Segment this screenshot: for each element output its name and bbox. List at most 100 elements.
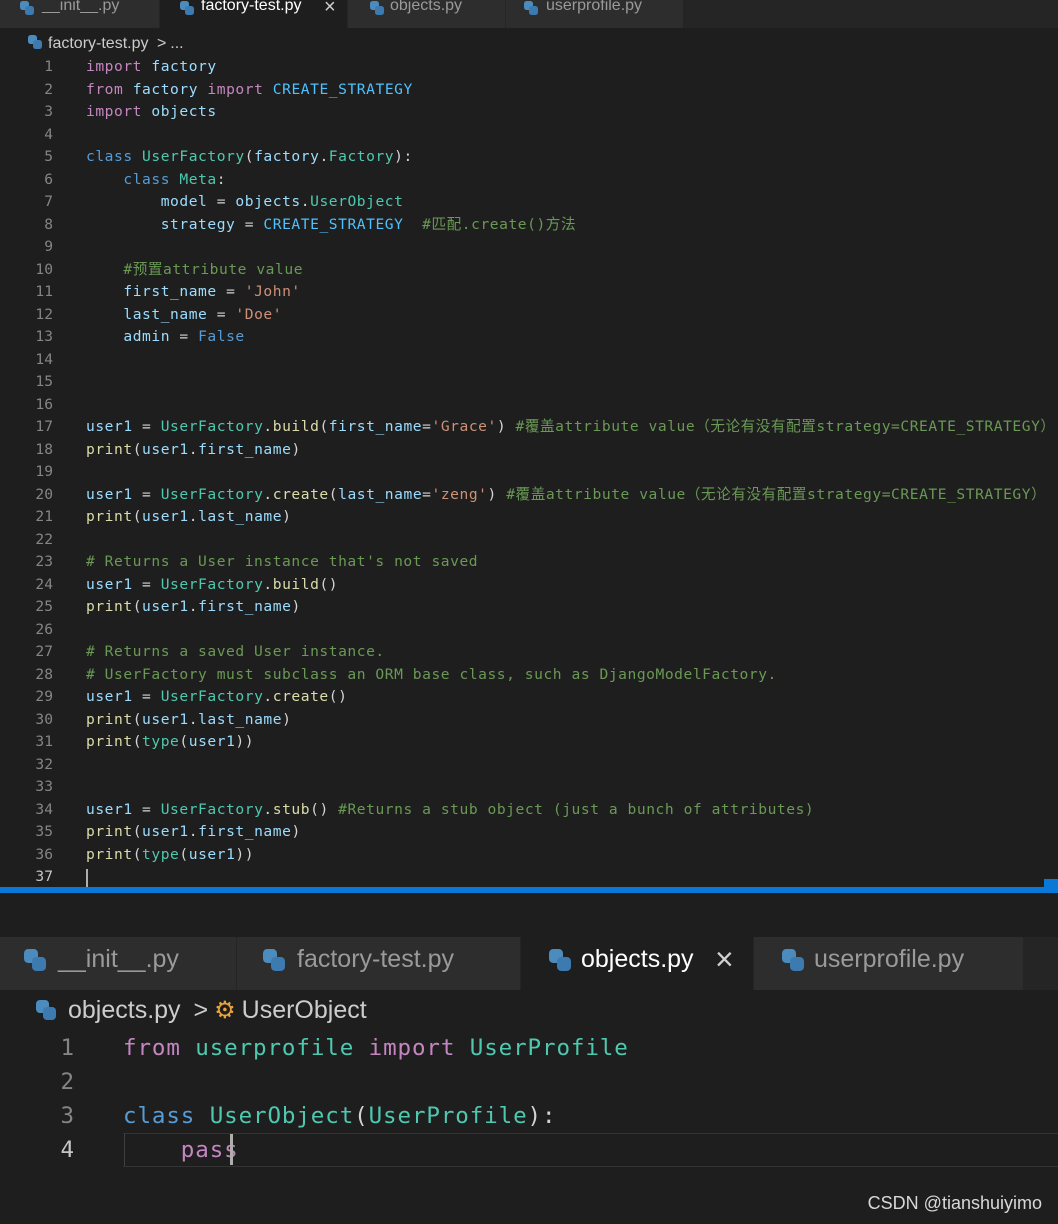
- code-line[interactable]: 3 class UserObject(UserProfile):: [0, 1099, 1058, 1133]
- code-token: userprofile: [195, 1035, 355, 1061]
- code-line[interactable]: 4: [0, 124, 1058, 147]
- code-token: =: [235, 215, 264, 233]
- code-line[interactable]: 29 user1 = UserFactory.create(): [0, 686, 1058, 709]
- code-line[interactable]: 17 user1 = UserFactory.build(first_name='…: [0, 416, 1058, 439]
- code-line[interactable]: 2: [0, 1065, 1058, 1099]
- code-line[interactable]: 15: [0, 371, 1058, 394]
- code-line[interactable]: 28 # UserFactory must subclass an ORM bas…: [0, 664, 1058, 687]
- code-text: user1 = UserFactory.stub() #Returns a st…: [86, 799, 814, 822]
- code-line[interactable]: 9: [0, 236, 1058, 259]
- close-icon[interactable]: ×: [715, 941, 734, 978]
- code-line[interactable]: 24 user1 = UserFactory.build(): [0, 574, 1058, 597]
- watermark: CSDN @tianshuiyimo: [867, 1193, 1042, 1213]
- code-line[interactable]: 6 class Meta:: [0, 169, 1058, 192]
- python-file-icon: [782, 949, 804, 971]
- chevron-right-icon: >: [193, 996, 209, 1024]
- code-token: first_name: [328, 418, 423, 435]
- code-line[interactable]: 5 class UserFactory(factory.Factory):: [0, 146, 1058, 169]
- tab-init-py[interactable]: __init__.py: [0, 937, 237, 990]
- code-token: objects: [151, 103, 217, 120]
- code-token: 'zeng': [431, 485, 488, 503]
- code-line[interactable]: 7 model = objects.UserObject: [0, 191, 1058, 214]
- tab-init-py[interactable]: __init__.py: [0, 0, 160, 28]
- code-line[interactable]: 26: [0, 619, 1058, 642]
- code-line[interactable]: 14: [0, 349, 1058, 372]
- code-line[interactable]: 1 from userprofile import UserProfile: [0, 1031, 1058, 1065]
- code-line[interactable]: 33: [0, 776, 1058, 799]
- code-line[interactable]: 11 first_name = 'John': [0, 281, 1058, 304]
- tab-userprofile-py[interactable]: userprofile.py: [506, 0, 684, 28]
- code-line[interactable]: 19: [0, 461, 1058, 484]
- code-line[interactable]: 20 user1 = UserFactory.create(last_name='…: [0, 484, 1058, 507]
- breadcrumb-file[interactable]: objects.py: [68, 996, 181, 1024]
- tab-objects-py[interactable]: objects.py ×: [521, 937, 754, 990]
- line-number: 34: [35, 800, 53, 818]
- code-line[interactable]: 1 import factory: [0, 56, 1058, 79]
- code-token: build: [272, 575, 320, 593]
- code-line[interactable]: 31 print(type(user1)): [0, 731, 1058, 754]
- tab-factory-test-py[interactable]: factory-test.py ×: [160, 0, 348, 28]
- code-text: #预置attribute value: [86, 259, 303, 282]
- code-token: print: [86, 845, 133, 863]
- code-token: #覆盖attribute value（无论有没有配置strategy=CREAT…: [506, 485, 1047, 503]
- code-token: user1: [142, 823, 189, 840]
- code-line[interactable]: 36 print(type(user1)): [0, 844, 1058, 867]
- code-token: .: [319, 148, 329, 165]
- code-editor[interactable]: 1 import factory 2 from factory import CREA…: [0, 56, 1058, 887]
- code-token: type: [142, 845, 180, 863]
- code-line[interactable]: 18 print(user1.first_name): [0, 439, 1058, 462]
- code-line[interactable]: 16: [0, 394, 1058, 417]
- code-line[interactable]: 10 #预置attribute value: [0, 259, 1058, 282]
- code-line[interactable]: 2 from factory import CREATE_STRATEGY: [0, 79, 1058, 102]
- code-token: # UserFactory must subclass an ORM base …: [86, 665, 777, 683]
- close-icon[interactable]: ×: [324, 0, 336, 19]
- code-line[interactable]: 25 print(user1.first_name): [0, 596, 1058, 619]
- line-number: 35: [35, 823, 53, 840]
- code-line[interactable]: 22: [0, 529, 1058, 552]
- code-line[interactable]: 37: [0, 866, 1058, 887]
- code-text: print(user1.first_name): [86, 821, 301, 844]
- code-line[interactable]: 23 # Returns a User instance that's not s…: [0, 551, 1058, 574]
- breadcrumb-rest[interactable]: ...: [170, 35, 183, 52]
- code-line[interactable]: 27 # Returns a saved User instance.: [0, 641, 1058, 664]
- code-line[interactable]: 34 user1 = UserFactory.stub() #Returns a …: [0, 799, 1058, 822]
- code-line[interactable]: 32: [0, 754, 1058, 777]
- line-number: 27: [35, 643, 53, 660]
- code-token: =: [132, 575, 161, 593]
- tab-objects-py[interactable]: objects.py: [348, 0, 506, 28]
- code-line[interactable]: 30 print(user1.last_name): [0, 709, 1058, 732]
- code-line[interactable]: 13 admin = False: [0, 326, 1058, 349]
- tab-factory-test-py[interactable]: factory-test.py: [237, 937, 521, 990]
- breadcrumb-symbol[interactable]: UserObject: [242, 996, 367, 1024]
- code-token: import: [86, 103, 143, 120]
- code-token: =: [132, 800, 161, 818]
- line-number: 9: [44, 238, 53, 255]
- code-line[interactable]: 8 strategy = CREATE_STRATEGY #匹配.create(…: [0, 214, 1058, 237]
- code-token: # Returns a User instance that's not sav…: [86, 553, 479, 570]
- breadcrumb: objects.py > ⚙ UserObject: [36, 996, 367, 1025]
- breadcrumb-file[interactable]: factory-test.py: [48, 35, 148, 52]
- code-line[interactable]: 35 print(user1.first_name): [0, 821, 1058, 844]
- code-token: factory: [254, 148, 320, 165]
- code-token: first_name: [198, 823, 292, 840]
- code-text: print(user1.first_name): [86, 439, 301, 462]
- code-token: ): [487, 485, 507, 503]
- line-number: 21: [35, 508, 53, 525]
- code-line[interactable]: 12 last_name = 'Doe': [0, 304, 1058, 327]
- code-token: last_name: [198, 508, 283, 525]
- tab-userprofile-py[interactable]: userprofile.py: [754, 937, 1024, 990]
- code-line[interactable]: 21 print(user1.last_name): [0, 506, 1058, 529]
- code-token: =: [132, 418, 161, 435]
- line-number: 19: [35, 463, 53, 480]
- line-number: 33: [35, 778, 53, 795]
- code-token: (): [319, 575, 339, 593]
- code-token: stub: [272, 800, 311, 818]
- code-token: =: [422, 485, 432, 503]
- code-token: =: [207, 193, 236, 210]
- line-number: 29: [35, 688, 53, 705]
- code-line[interactable]: 3 import objects: [0, 101, 1058, 124]
- code-token: class: [123, 170, 171, 188]
- code-token: =: [422, 418, 432, 435]
